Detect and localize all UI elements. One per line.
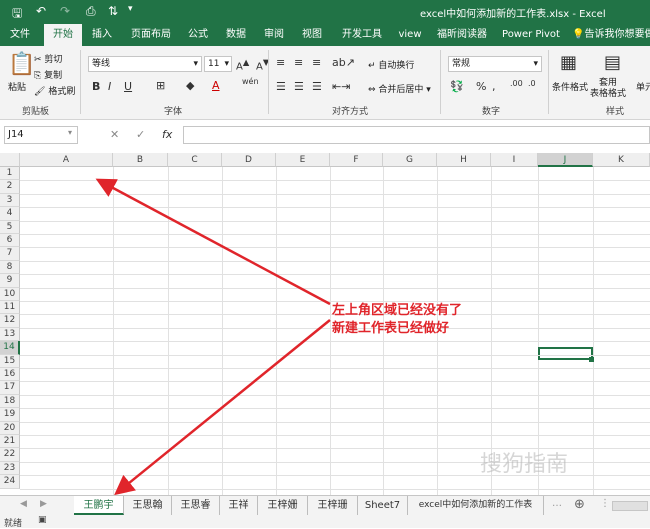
- sheet-tab[interactable]: 王梓珊: [308, 496, 358, 515]
- arrow-to-top-left: [95, 178, 331, 306]
- status-bar: 就绪 ▣: [0, 515, 650, 529]
- sheet-tab[interactable]: 王祥: [220, 496, 258, 515]
- horizontal-scrollbar[interactable]: [612, 501, 648, 511]
- more-sheets-icon[interactable]: …: [552, 498, 562, 509]
- sheet-tab[interactable]: 王梓姗: [258, 496, 308, 515]
- scroll-right-icon[interactable]: ▶: [40, 499, 47, 509]
- sheet-tab[interactable]: excel中如何添加新的工作表: [408, 496, 544, 515]
- arrow-to-new-sheet: [114, 319, 331, 496]
- sheet-tab-bar: ◀ ▶ 王鹏宇 王思翰 王思睿 王祥 王梓姗 王梓珊 Sheet7 excel中…: [0, 495, 650, 515]
- watermark: 搜狗指南: [480, 452, 569, 477]
- status-text: 就绪: [4, 519, 23, 529]
- sheet-tab[interactable]: 王思翰: [124, 496, 172, 515]
- sheet-tab-active[interactable]: 王鹏宇: [74, 496, 124, 515]
- sheet-tab[interactable]: Sheet7: [358, 496, 408, 515]
- sheet-tab[interactable]: 王思睿: [172, 496, 220, 515]
- annotation-line-1: 左上角区域已经没有了: [332, 303, 463, 318]
- annotation-line-2: 新建工作表已经做好: [332, 321, 450, 336]
- add-sheet-icon[interactable]: ⊕: [574, 497, 585, 512]
- scroll-left-icon[interactable]: ◀: [20, 499, 27, 509]
- split-handle-icon[interactable]: ⋮: [600, 498, 610, 509]
- macro-record-icon[interactable]: ▣: [38, 515, 47, 525]
- annotation-text: 左上角区域已经没有了 新建工作表已经做好: [332, 302, 462, 338]
